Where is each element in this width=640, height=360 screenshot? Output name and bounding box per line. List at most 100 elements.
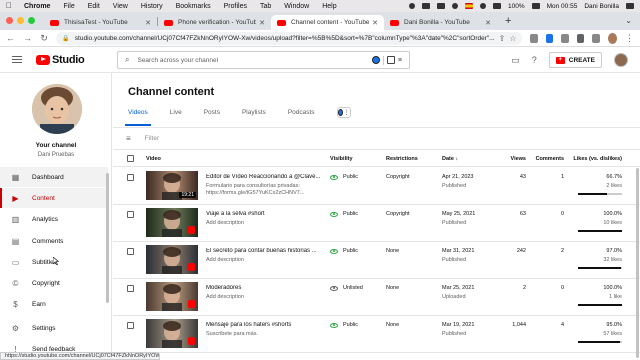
video-description[interactable]: Add description — [206, 257, 326, 264]
search-icon[interactable]: ⌕ — [125, 55, 129, 65]
video-description[interactable]: Formulario para consultorías privadas: h… — [206, 183, 326, 197]
visibility-cell[interactable]: Public — [330, 248, 358, 254]
close-tab-icon[interactable]: ✕ — [372, 19, 378, 27]
video-thumbnail[interactable] — [146, 245, 198, 274]
tab-podcasts[interactable]: Podcasts — [288, 109, 315, 123]
browser-tab[interactable]: Dani Bonilla - YouTube ✕ — [384, 15, 497, 30]
browser-profile-avatar[interactable] — [607, 32, 617, 44]
browser-tab[interactable]: Phone verification - YouTube ✕ — [158, 15, 271, 30]
menu-window[interactable]: Window — [284, 3, 309, 10]
video-title[interactable]: Viaje a la selva #short — [206, 211, 321, 217]
menubar-user[interactable]: Dani Bonilla — [584, 3, 619, 10]
visibility-cell[interactable]: Public — [330, 211, 358, 217]
back-arrow-icon[interactable]: ← — [6, 33, 15, 43]
close-window-button[interactable] — [6, 17, 13, 24]
extensions-puzzle-icon[interactable] — [576, 33, 585, 43]
extension-icon[interactable] — [561, 33, 569, 43]
filter-icon[interactable]: ≡ — [126, 134, 131, 143]
channel-search-input[interactable]: ⌕ Search across your channel ≡ — [117, 51, 410, 69]
table-row[interactable]: Mensaje para los haters #shorts Suscribe… — [113, 316, 640, 353]
video-thumbnail[interactable] — [146, 208, 198, 237]
hamburger-menu-icon[interactable] — [12, 56, 22, 63]
menu-tab[interactable]: Tab — [260, 3, 271, 10]
video-description[interactable]: Suscribete para más. — [206, 331, 326, 338]
extension-menu-icon[interactable]: ≡ — [398, 57, 402, 64]
restrictions-cell[interactable]: Copyright — [386, 211, 410, 217]
restrictions-cell[interactable]: None — [386, 322, 399, 328]
column-date[interactable]: Date ↓ — [442, 156, 458, 162]
video-description[interactable]: Add description — [206, 220, 326, 227]
menu-bookmarks[interactable]: Bookmarks — [176, 3, 211, 10]
filter-bar[interactable]: ≡ Filter — [126, 131, 159, 145]
sidebar-item-comments[interactable]: ▤ Comments — [0, 231, 108, 251]
status-icon[interactable] — [421, 3, 430, 9]
status-icon[interactable] — [436, 3, 445, 9]
tab-playlists[interactable]: Playlists — [242, 109, 266, 123]
reload-icon[interactable]: ↻ — [40, 33, 48, 44]
row-checkbox[interactable] — [127, 248, 134, 255]
status-icon[interactable] — [451, 3, 458, 9]
extension-square-icon[interactable] — [386, 56, 395, 64]
visibility-cell[interactable]: Unlisted — [330, 285, 363, 291]
url-text[interactable]: studio.youtube.com/channel/UCj07Cf47FZkN… — [75, 35, 495, 42]
create-button[interactable]: + CREATE — [548, 52, 602, 68]
sidebar-toggle-icon[interactable] — [592, 33, 600, 43]
menu-profiles[interactable]: Profiles — [224, 3, 247, 10]
clock[interactable]: Mon 00:55 — [547, 3, 578, 10]
row-checkbox[interactable] — [127, 322, 134, 329]
table-row[interactable]: El secreto para contar buenas historias … — [113, 242, 640, 279]
tab-videos[interactable]: Videos — [125, 109, 151, 126]
status-icon[interactable] — [479, 3, 486, 9]
tab-live[interactable]: Live — [170, 109, 182, 123]
sidebar-scrollbar[interactable] — [106, 173, 109, 303]
restrictions-cell[interactable]: None — [386, 248, 399, 254]
channel-avatar[interactable] — [32, 84, 82, 134]
studio-logo[interactable]: Studio — [36, 54, 85, 66]
content-scrollbar[interactable] — [636, 168, 639, 358]
row-checkbox[interactable] — [127, 211, 134, 218]
menu-view[interactable]: View — [113, 3, 128, 10]
help-icon[interactable]: ? — [532, 55, 537, 65]
extension-icon[interactable] — [545, 33, 554, 43]
video-title[interactable]: Mensaje para los haters #shorts — [206, 322, 321, 328]
sidebar-item-dashboard[interactable]: ▦ Dashboard — [0, 167, 108, 187]
video-thumbnail[interactable]: 19:21 — [146, 171, 198, 200]
forward-arrow-icon[interactable]: → — [23, 33, 32, 43]
zoom-window-button[interactable] — [28, 17, 35, 24]
status-icon[interactable] — [408, 3, 415, 9]
menu-edit[interactable]: Edit — [88, 3, 100, 10]
new-tab-button[interactable]: + — [505, 15, 511, 27]
menu-app-name[interactable]: Chrome — [24, 3, 50, 10]
share-icon[interactable]: ⇪ — [499, 34, 506, 43]
address-bar[interactable]: 🔒 studio.youtube.com/channel/UCj07Cf47FZ… — [56, 31, 523, 45]
filter-input[interactable]: Filter — [145, 135, 159, 142]
wifi-icon[interactable] — [492, 3, 501, 9]
extension-dot-icon[interactable] — [371, 56, 380, 64]
tab-posts[interactable]: Posts — [204, 109, 220, 123]
restrictions-cell[interactable]: Copyright — [386, 174, 410, 180]
menu-help[interactable]: Help — [322, 3, 336, 10]
column-comments[interactable]: Comments — [531, 156, 564, 162]
keyboard-flag-icon[interactable] — [464, 3, 473, 9]
tab-extension-button[interactable]: ⋮ — [336, 107, 351, 118]
tab-search-chevron-icon[interactable]: ⌄ — [625, 16, 632, 25]
menu-history[interactable]: History — [141, 3, 163, 10]
video-title[interactable]: Moderadores — [206, 285, 321, 291]
table-row[interactable]: 19:21 Editor de Vídeo Reaccionando a @Cl… — [113, 168, 640, 205]
video-title[interactable]: El secreto para contar buenas historias … — [206, 248, 321, 254]
minimize-window-button[interactable] — [17, 17, 24, 24]
control-center-icon[interactable] — [626, 3, 634, 9]
bookmark-star-icon[interactable]: ☆ — [509, 34, 516, 43]
visibility-cell[interactable]: Public — [330, 322, 358, 328]
extension-icon[interactable] — [530, 33, 538, 43]
close-tab-icon[interactable]: ✕ — [145, 19, 151, 27]
menu-file[interactable]: File — [63, 3, 74, 10]
sidebar-item-settings[interactable]: ⚙ Settings — [0, 318, 108, 338]
row-checkbox[interactable] — [127, 174, 134, 181]
battery-icon[interactable] — [531, 3, 540, 9]
table-row[interactable]: Moderadores Add description Unlisted Non… — [113, 279, 640, 316]
video-thumbnail[interactable] — [146, 319, 198, 348]
sidebar-item-earn[interactable]: $ Earn — [0, 294, 108, 314]
column-views[interactable]: Views — [499, 156, 527, 162]
close-tab-icon[interactable]: ✕ — [259, 19, 265, 27]
